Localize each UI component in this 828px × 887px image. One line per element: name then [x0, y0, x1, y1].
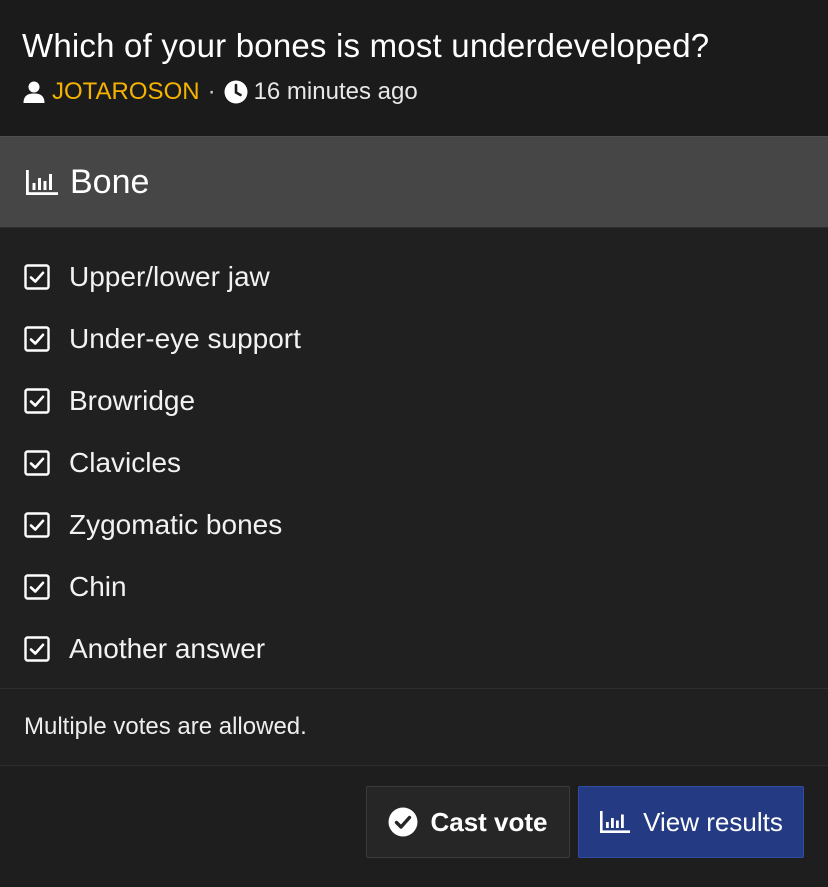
poll-option-label: Under-eye support: [69, 323, 301, 354]
user-icon: [22, 80, 46, 104]
poll-page: Which of your bones is most underdevelop…: [0, 0, 828, 887]
check-circle-icon: [388, 807, 418, 837]
poll-note: Multiple votes are allowed.: [0, 689, 828, 766]
author-link[interactable]: JOTAROSON: [52, 78, 200, 106]
view-results-label: View results: [643, 806, 783, 837]
checkbox-checked-icon[interactable]: [24, 450, 50, 476]
poll-title-bar: Bone: [0, 136, 828, 228]
poll-option-label: Browridge: [69, 385, 196, 416]
poll-option-label: Chin: [69, 571, 127, 602]
poll-option-label: Zygomatic bones: [69, 509, 283, 540]
checkbox-checked-icon[interactable]: [24, 512, 50, 538]
checkbox-checked-icon[interactable]: [24, 264, 50, 290]
thread-meta: JOTAROSON · 16 minutes ago: [22, 78, 806, 106]
checkbox-checked-icon[interactable]: [24, 636, 50, 662]
poll-option-label: Clavicles: [69, 447, 182, 478]
checkbox-checked-icon[interactable]: [24, 326, 50, 352]
poll-option[interactable]: Another answer: [0, 618, 828, 680]
view-results-button[interactable]: View results: [578, 786, 804, 858]
thread-header: Which of your bones is most underdevelop…: [0, 0, 828, 136]
bar-chart-icon: [24, 167, 60, 197]
post-time: 16 minutes ago: [253, 78, 418, 105]
poll-option-label: Upper/lower jaw: [69, 261, 270, 292]
cast-vote-button[interactable]: Cast vote: [366, 786, 570, 858]
poll-option-label: Another answer: [69, 633, 266, 664]
poll-option[interactable]: Upper/lower jaw: [0, 246, 828, 308]
poll-option[interactable]: Zygomatic bones: [0, 494, 828, 556]
poll-options: Upper/lower jaw Under-eye support Browri…: [0, 228, 828, 689]
clock-icon: [224, 80, 248, 104]
poll-actions: Cast vote View results: [0, 766, 828, 887]
bar-chart-icon: [599, 809, 631, 835]
poll-option[interactable]: Under-eye support: [0, 308, 828, 370]
poll-option[interactable]: Clavicles: [0, 432, 828, 494]
cast-vote-label: Cast vote: [430, 806, 548, 837]
meta-separator: ·: [207, 78, 216, 105]
poll-option[interactable]: Chin: [0, 556, 828, 618]
poll-title: Bone: [70, 162, 150, 201]
checkbox-checked-icon[interactable]: [24, 574, 50, 600]
poll-option[interactable]: Browridge: [0, 370, 828, 432]
checkbox-checked-icon[interactable]: [24, 388, 50, 414]
thread-title: Which of your bones is most underdevelop…: [22, 27, 710, 64]
